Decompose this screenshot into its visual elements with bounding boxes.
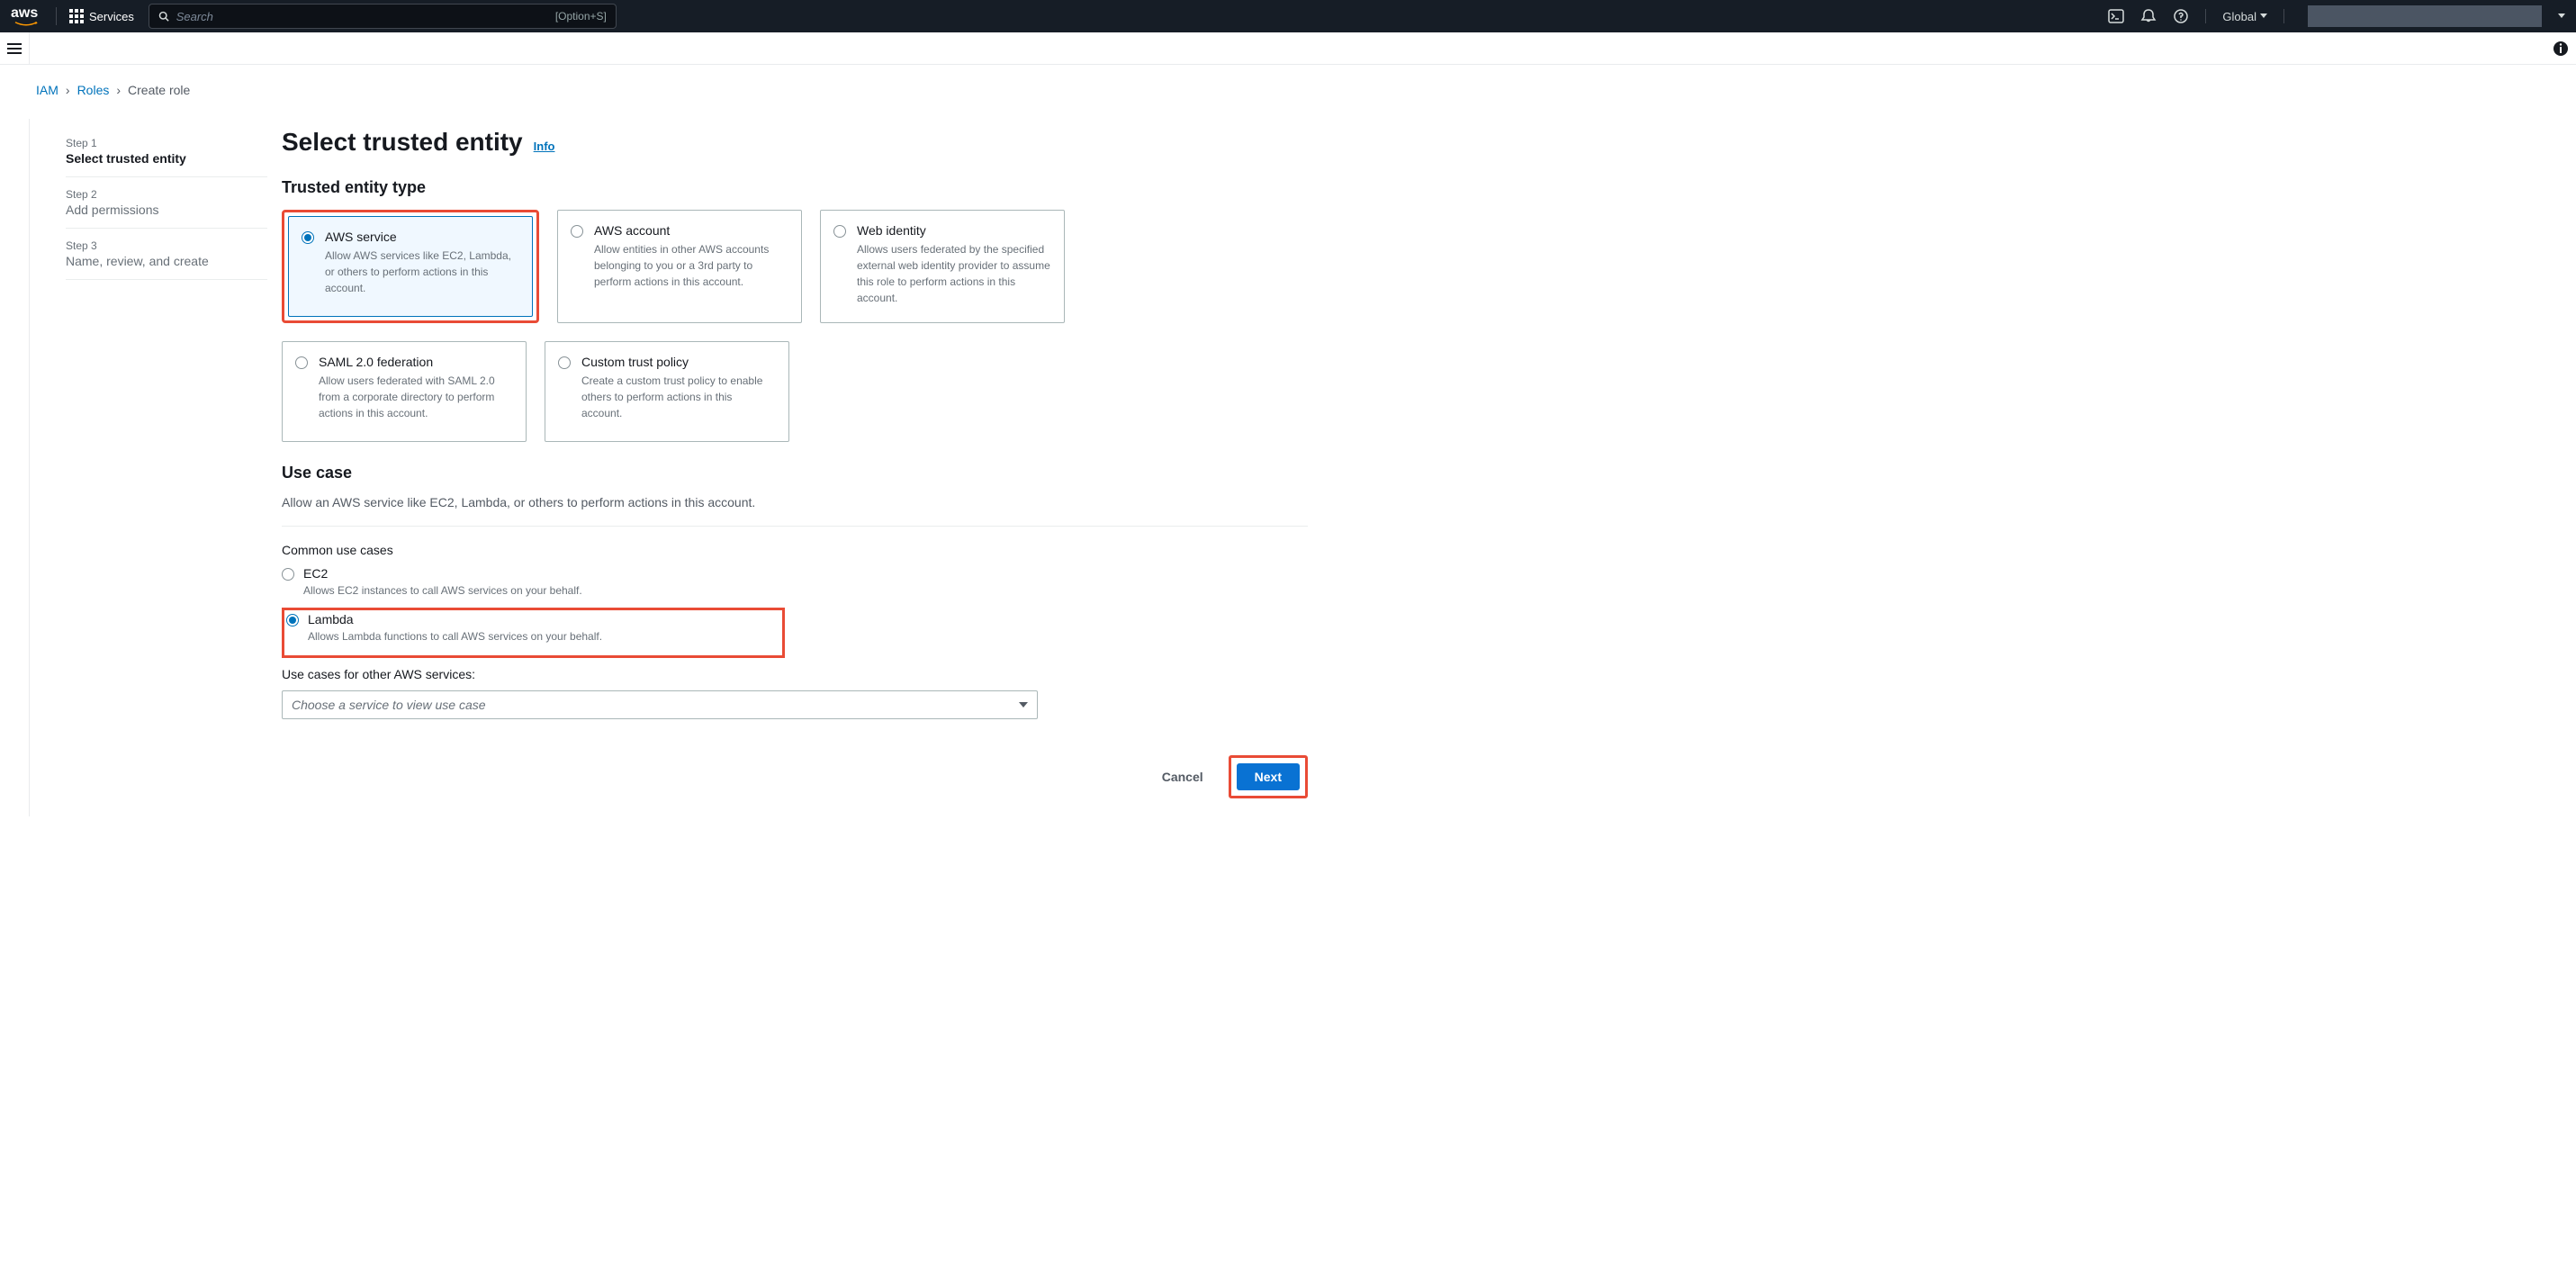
cancel-button[interactable]: Cancel (1149, 762, 1216, 791)
radio-icon (302, 231, 314, 244)
chevron-right-icon: › (116, 83, 121, 97)
caret-down-icon (2558, 14, 2565, 19)
use-case-desc: Allow an AWS service like EC2, Lambda, o… (282, 495, 1308, 509)
breadcrumb-iam[interactable]: IAM (36, 83, 59, 97)
grid-icon (69, 9, 84, 23)
use-case-option[interactable]: EC2 (282, 566, 1308, 581)
use-case-option[interactable]: Lambda (286, 612, 602, 626)
radio-icon (282, 568, 294, 581)
radio-icon (571, 225, 583, 238)
help-icon[interactable] (2173, 8, 2189, 24)
caret-down-icon (2260, 14, 2267, 19)
entity-type-tile[interactable]: Custom trust policy Create a custom trus… (545, 341, 789, 442)
use-case-desc: Allows Lambda functions to call AWS serv… (308, 630, 602, 643)
tile-title: Web identity (857, 223, 1051, 238)
tile-title: Custom trust policy (581, 355, 776, 369)
global-header: aws Services [Option+S] Global (0, 0, 2576, 32)
wizard-step[interactable]: Step 2 Add permissions (66, 177, 267, 229)
next-highlight: Next (1229, 755, 1308, 798)
services-label: Services (89, 10, 134, 23)
use-case-desc: Allows EC2 instances to call AWS service… (303, 584, 1308, 597)
tile-title: SAML 2.0 federation (319, 355, 513, 369)
trusted-entity-tiles: AWS service Allow AWS services like EC2,… (282, 210, 1074, 442)
tile-desc: Allow entities in other AWS accounts bel… (594, 241, 788, 290)
breadcrumb-roles[interactable]: Roles (77, 83, 110, 97)
region-label: Global (2222, 10, 2256, 23)
radio-icon (558, 356, 571, 369)
wizard-step[interactable]: Step 3 Name, review, and create (66, 229, 267, 280)
global-search[interactable]: [Option+S] (149, 4, 617, 29)
notifications-icon[interactable] (2140, 8, 2157, 24)
region-selector[interactable]: Global (2222, 10, 2267, 23)
next-button[interactable]: Next (1237, 763, 1300, 790)
highlight-annotation: Lambda Allows Lambda functions to call AW… (282, 608, 785, 658)
entity-type-tile[interactable]: AWS account Allow entities in other AWS … (557, 210, 802, 323)
step-number: Step 2 (66, 188, 267, 201)
step-number: Step 3 (66, 239, 267, 252)
step-title: Add permissions (66, 203, 267, 217)
page-title: Select trusted entity (282, 128, 523, 157)
services-menu-button[interactable]: Services (69, 9, 134, 23)
chevron-right-icon: › (66, 83, 70, 97)
step-number: Step 1 (66, 137, 267, 149)
cloudshell-icon[interactable] (2108, 8, 2124, 24)
tile-desc: Allows users federated by the specified … (857, 241, 1051, 306)
info-link[interactable]: Info (534, 140, 555, 153)
common-use-cases-label: Common use cases (282, 543, 1308, 557)
radio-icon (833, 225, 846, 238)
info-panel-icon[interactable] (2553, 41, 2569, 57)
service-select[interactable]: Choose a service to view use case (282, 690, 1038, 719)
caret-down-icon (1019, 702, 1028, 708)
use-case-title: Lambda (308, 612, 354, 626)
tile-desc: Allow users federated with SAML 2.0 from… (319, 373, 513, 421)
entity-type-tile[interactable]: Web identity Allows users federated by t… (820, 210, 1065, 323)
account-menu[interactable] (2308, 5, 2542, 27)
service-select-placeholder: Choose a service to view use case (292, 698, 486, 712)
search-icon (158, 10, 169, 23)
side-nav-toggle[interactable] (7, 43, 22, 54)
highlight-annotation: AWS service Allow AWS services like EC2,… (282, 210, 539, 323)
aws-logo[interactable]: aws (11, 5, 41, 27)
breadcrumb-current: Create role (128, 83, 190, 97)
entity-type-tile[interactable]: SAML 2.0 federation Allow users federate… (282, 341, 527, 442)
tile-desc: Create a custom trust policy to enable o… (581, 373, 776, 421)
search-shortcut: [Option+S] (555, 10, 607, 23)
step-title: Select trusted entity (66, 151, 267, 166)
breadcrumb: IAM › Roles › Create role (0, 65, 2576, 97)
other-services-label: Use cases for other AWS services: (282, 667, 1308, 681)
search-input[interactable] (176, 10, 555, 23)
tile-title: AWS service (325, 230, 519, 244)
tile-title: AWS account (594, 223, 788, 238)
radio-icon (286, 614, 299, 626)
wizard-step[interactable]: Step 1 Select trusted entity (66, 137, 267, 177)
entity-type-tile[interactable]: AWS service Allow AWS services like EC2,… (288, 216, 533, 317)
radio-icon (295, 356, 308, 369)
sub-header (0, 32, 2576, 65)
step-title: Name, review, and create (66, 254, 267, 268)
tile-desc: Allow AWS services like EC2, Lambda, or … (325, 248, 519, 296)
wizard-steps: Step 1 Select trusted entityStep 2 Add p… (30, 119, 282, 816)
use-case-title: EC2 (303, 566, 328, 581)
use-case-heading: Use case (282, 464, 1308, 482)
entity-type-heading: Trusted entity type (282, 178, 1308, 197)
